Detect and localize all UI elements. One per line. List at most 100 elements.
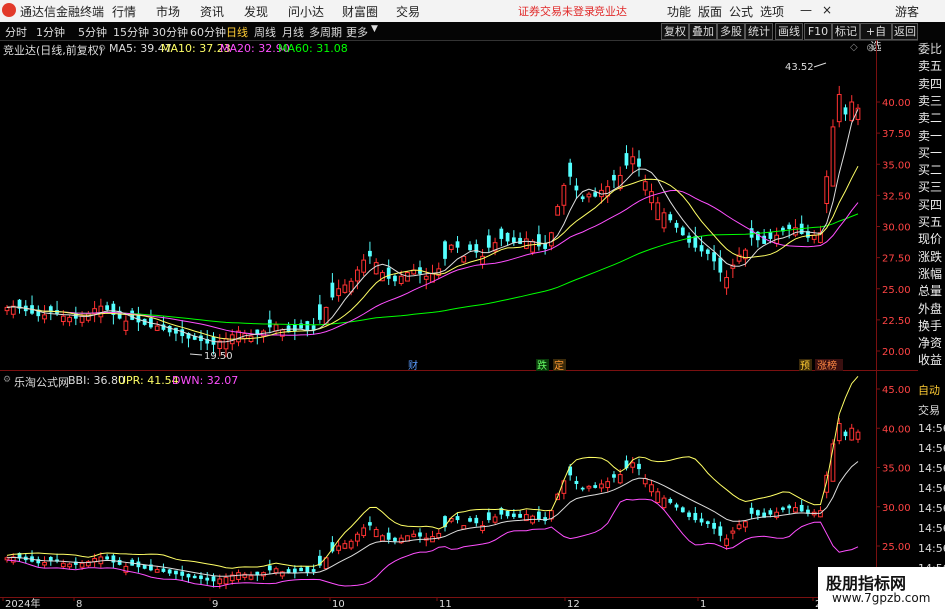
candle-body (549, 232, 554, 247)
settings-gear-icon[interactable]: ⚙ (98, 44, 106, 54)
panel-close-icon[interactable]: ⊗ (866, 41, 875, 54)
trade-label[interactable]: 交易 (918, 402, 945, 418)
sub-candle-body (98, 556, 104, 565)
sub-candle-body (273, 568, 279, 574)
auto-trade-label[interactable]: 自动 (918, 382, 945, 398)
candle-body (505, 232, 510, 242)
menu-layout[interactable]: 版面 (698, 3, 722, 20)
sub-candle-body (749, 507, 754, 514)
candle-body (712, 252, 716, 262)
login-warning[interactable]: 证券交易未登录 (518, 3, 595, 19)
sub-candle-body (799, 504, 804, 512)
menu-item-market[interactable]: 行情 (112, 3, 136, 20)
sub-candle-body (368, 522, 372, 526)
candle-body (749, 228, 754, 238)
f10-button[interactable]: F10 (804, 23, 832, 40)
sub-candle-body (561, 480, 567, 494)
back-button[interactable]: 返回 (892, 23, 918, 40)
sub-candle-body (342, 543, 348, 549)
ma60-legend: MA60: 31.08 (278, 42, 348, 55)
menu-options[interactable]: 选项 (760, 3, 784, 20)
sub-candle-body (461, 525, 467, 530)
candle-body (818, 232, 823, 243)
tab-more[interactable]: 更多 (346, 24, 368, 40)
candle-body (680, 227, 685, 236)
sub-candle-body (261, 572, 266, 577)
tab-1min[interactable]: 1分钟 (36, 24, 65, 40)
tab-30min[interactable]: 30分钟 (152, 24, 188, 40)
tab-multi-period[interactable]: 多周期 (309, 24, 342, 40)
tab-60min[interactable]: 60分钟 (190, 24, 226, 40)
candle-body (111, 303, 116, 315)
event-tag-finance[interactable]: 财 (408, 359, 418, 372)
sub-candle-body (180, 571, 185, 576)
event-tag-limit-up[interactable]: 涨榜 (817, 359, 837, 372)
window-minimize-icon[interactable]: — (800, 3, 812, 17)
collapse-diamond-icon[interactable]: ◇ (850, 42, 858, 53)
tab-weekly[interactable]: 周线 (254, 24, 276, 40)
candle-body (317, 304, 322, 320)
event-tag-fall[interactable]: 跌 (537, 359, 547, 372)
sub-candle-body (655, 491, 661, 503)
tab-5min[interactable]: 5分钟 (78, 24, 107, 40)
sub-candle-body (580, 487, 585, 490)
sub-candle-body (236, 572, 241, 580)
menu-item-news[interactable]: 资讯 (200, 3, 224, 20)
candle-body (580, 196, 585, 200)
add-watchlist-button[interactable]: +自选 (860, 23, 892, 53)
candle-body (617, 174, 623, 190)
overlay-button[interactable]: 叠加 (689, 23, 717, 40)
y-tick-label: 40.00 (882, 98, 911, 109)
sub-candle-body (668, 499, 673, 503)
event-tag-fixed[interactable]: 定 (554, 359, 564, 372)
candle-body (154, 325, 160, 331)
candle-body (117, 310, 122, 319)
menu-item-ask[interactable]: 问小达 (288, 3, 324, 20)
sub-candle-body (73, 561, 78, 565)
event-tag-forecast[interactable]: 预 (800, 360, 810, 372)
kline-chart: 40.00 37.50 35.00 32.50 30.00 27.50 25.00 22.50… (0, 40, 918, 609)
sub-candle-body (649, 484, 654, 493)
dwn-legend: DWN: 32.07 (172, 374, 239, 387)
menu-formula[interactable]: 公式 (729, 3, 753, 20)
sidebar-item: 收益 (918, 353, 943, 368)
multi-stock-button[interactable]: 多股 (717, 23, 745, 40)
guest-label[interactable]: 游客 (895, 3, 919, 20)
more-chevron-down-icon[interactable]: ▼ (371, 24, 378, 34)
menu-item-trade[interactable]: 交易 (396, 3, 420, 20)
candle-body (411, 269, 417, 275)
tab-daily[interactable]: 日线 (226, 24, 248, 40)
candle-body (461, 255, 467, 263)
candle-body (699, 245, 704, 252)
y-tick-label: 20.00 (882, 347, 911, 358)
adjust-button[interactable]: 复权 (661, 23, 689, 40)
candle-body (373, 262, 379, 275)
menu-item-discover[interactable]: 发现 (244, 3, 268, 20)
window-close-icon[interactable]: × (822, 3, 832, 17)
tab-timeshare[interactable]: 分时 (5, 24, 27, 40)
sub-candle-body (718, 526, 723, 536)
sub-candle-body (85, 561, 91, 567)
dwn-line (6, 498, 859, 588)
candle-body (55, 310, 59, 314)
sub-candle-body (774, 511, 780, 518)
sub-candle-body (373, 529, 379, 538)
tab-monthly[interactable]: 月线 (282, 24, 304, 40)
sub-candle-body (60, 562, 66, 568)
sub-candle-body (687, 512, 691, 517)
draw-line-button[interactable]: 画线 (775, 23, 803, 40)
sub-settings-gear-icon[interactable]: ⚙ (3, 375, 11, 385)
tab-15min[interactable]: 15分钟 (113, 24, 149, 40)
candle-body (756, 231, 760, 241)
menu-item-markets[interactable]: 市场 (156, 3, 180, 20)
sub-candle-body (824, 474, 830, 493)
sub-candle-body (474, 517, 479, 524)
mark-button[interactable]: 标记 (832, 23, 860, 40)
candle-body (342, 284, 348, 293)
menu-item-wealth[interactable]: 财富圈 (342, 3, 378, 20)
x-tick-label: 11 (439, 599, 452, 609)
menu-function[interactable]: 功能 (667, 3, 691, 20)
statistics-button[interactable]: 统计 (745, 23, 773, 40)
candle-body (299, 323, 303, 329)
candle-body (830, 126, 836, 187)
